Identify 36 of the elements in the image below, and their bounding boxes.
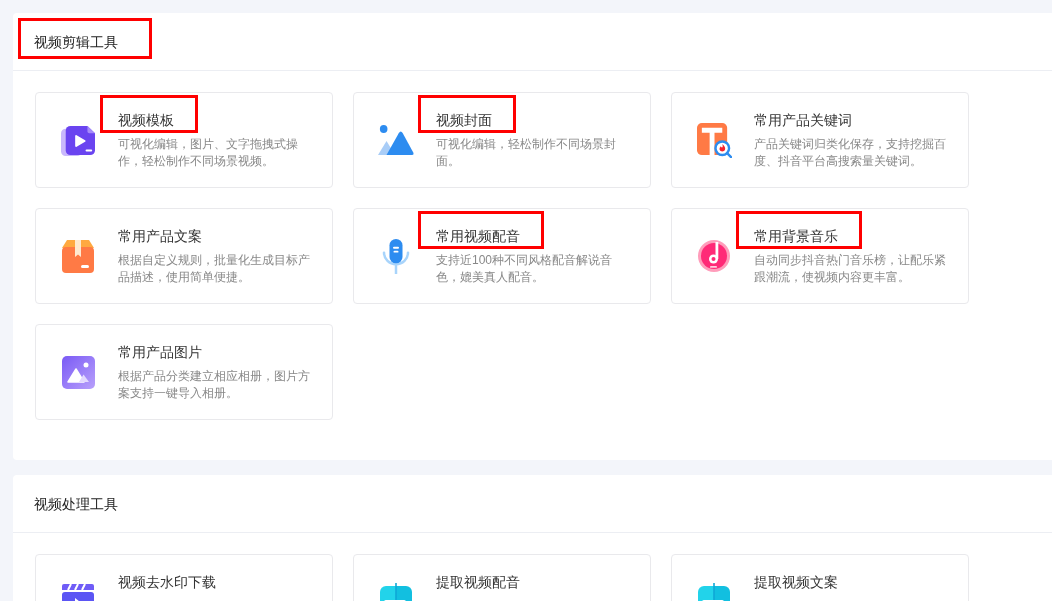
card-title: 常用产品文案 <box>118 227 202 246</box>
card-title: 常用背景音乐 <box>754 227 838 246</box>
card-description: 产品关键词归类化保存，支持挖掘百度、抖音平台高搜索量关键词。 <box>754 136 947 170</box>
tool-card[interactable]: 提取视频配音 <box>353 554 651 601</box>
tool-card[interactable]: 视频去水印下载 <box>35 554 333 601</box>
video-file-icon <box>61 124 95 156</box>
card-title: 常用视频配音 <box>436 227 520 246</box>
card-description: 自动同步抖音热门音乐榜，让配乐紧跟潮流，使视频内容更丰富。 <box>754 252 947 286</box>
card-title: 视频模板 <box>118 111 174 130</box>
tool-card[interactable]: 常用视频配音 支持近100种不同风格配音解说音色，媲美真人配音。 <box>353 208 651 304</box>
section-title: 视频处理工具 <box>34 494 118 514</box>
card-title: 常用产品关键词 <box>754 111 852 130</box>
tool-card[interactable]: 常用产品图片 根据产品分类建立相应相册，图片方案支持一键导入相册。 <box>35 324 333 420</box>
card-description: 可视化编辑，轻松制作不同场景封面。 <box>436 136 617 170</box>
card-title: 提取视频文案 <box>754 573 838 592</box>
text-search-icon <box>696 122 732 158</box>
tool-card[interactable]: 提取视频文案 <box>671 554 969 601</box>
music-note-icon <box>698 240 730 272</box>
card-description: 根据自定义规则，批量化生成目标产品描述，使用简单便捷。 <box>118 252 311 286</box>
card-description: 根据产品分类建立相应相册，图片方案支持一键导入相册。 <box>118 368 311 402</box>
tool-card[interactable]: 视频封面 可视化编辑，轻松制作不同场景封面。 <box>353 92 651 188</box>
card-description: 可视化编辑，图片、文字拖拽式操作，轻松制作不同场景视频。 <box>118 136 299 170</box>
card-title: 常用产品图片 <box>118 343 202 362</box>
card-title: 视频封面 <box>436 111 492 130</box>
section-title: 视频剪辑工具 <box>34 32 118 52</box>
card-description: 支持近100种不同风格配音解说音色，媲美真人配音。 <box>436 252 614 286</box>
card-title: 视频去水印下载 <box>118 573 216 592</box>
tool-card[interactable]: 常用产品关键词 产品关键词归类化保存，支持挖掘百度、抖音平台高搜索量关键词。 <box>671 92 969 188</box>
tool-card[interactable]: 常用产品文案 根据自定义规则，批量化生成目标产品描述，使用简单便捷。 <box>35 208 333 304</box>
microphone-icon <box>382 238 410 274</box>
card-title: 提取视频配音 <box>436 573 520 592</box>
tool-card[interactable]: 常用背景音乐 自动同步抖音热门音乐榜，让配乐紧跟潮流，使视频内容更丰富。 <box>671 208 969 304</box>
tool-card[interactable]: 视频模板 可视化编辑，图片、文字拖拽式操作，轻松制作不同场景视频。 <box>35 92 333 188</box>
image-icon <box>61 355 95 389</box>
package-icon <box>62 239 94 273</box>
mountain-icon <box>378 125 414 155</box>
